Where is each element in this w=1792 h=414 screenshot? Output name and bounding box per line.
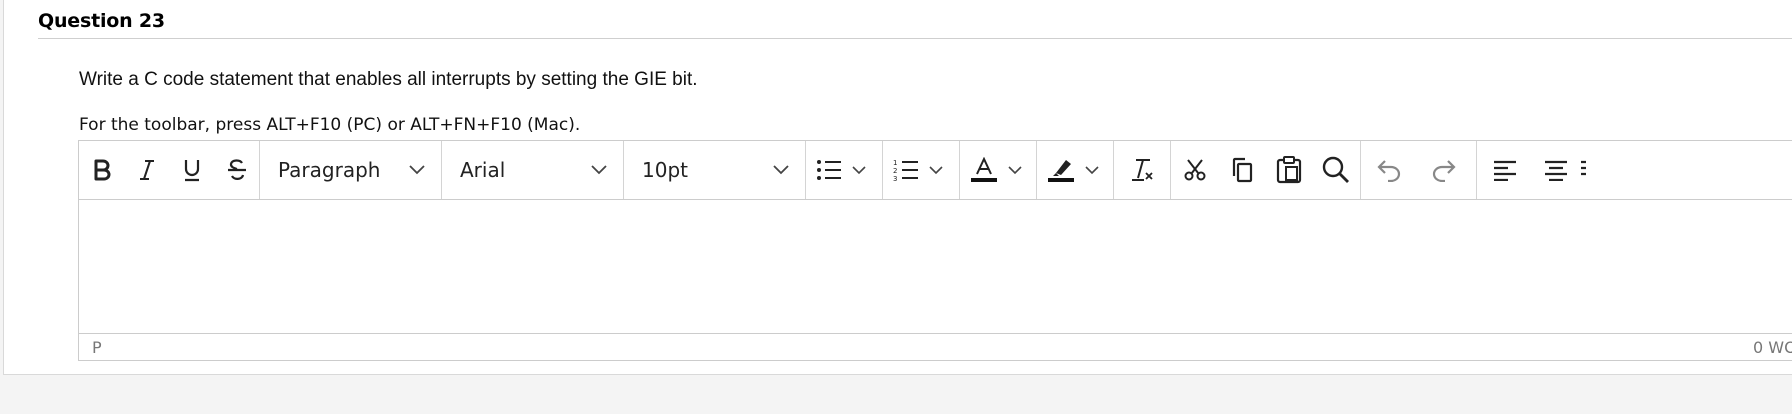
font-size-value: 10pt (642, 158, 688, 182)
more-icon (1581, 160, 1586, 176)
clipboard-group (1171, 141, 1361, 199)
redo-icon (1432, 160, 1456, 182)
chevron-down-icon (773, 165, 789, 175)
format-group (79, 141, 260, 199)
rich-text-editor: Paragraph Arial 10pt 1 2 3 P 0 WO (78, 140, 1792, 361)
undo-icon (1376, 160, 1400, 182)
paste-button[interactable] (1265, 141, 1312, 199)
text-color-icon (971, 157, 997, 182)
bold-button[interactable] (79, 141, 124, 199)
copy-icon (1232, 157, 1252, 183)
chevron-down-icon (852, 165, 866, 174)
block-format-value: Paragraph (278, 158, 381, 182)
bullet-list-button[interactable] (806, 141, 883, 199)
font-family-select[interactable]: Arial (442, 141, 624, 199)
numbered-list-button[interactable]: 1 2 3 (883, 141, 960, 199)
italic-button[interactable] (124, 141, 169, 199)
align-left-icon (1493, 160, 1516, 181)
history-group (1361, 141, 1477, 199)
svg-text:3: 3 (893, 175, 897, 182)
question-header: Question 23 (38, 10, 1792, 39)
chevron-down-icon (929, 165, 943, 174)
toolbar-hint: For the toolbar, press ALT+F10 (PC) or A… (79, 115, 581, 135)
chevron-down-icon (409, 165, 425, 175)
element-path[interactable]: P (92, 338, 102, 357)
clear-formatting-button[interactable] (1114, 141, 1170, 199)
bold-icon (94, 159, 110, 181)
align-center-icon (1545, 160, 1567, 181)
highlight-color-button[interactable] (1037, 141, 1114, 199)
find-button[interactable] (1312, 141, 1359, 199)
italic-icon (139, 160, 154, 180)
block-format-select[interactable]: Paragraph (260, 141, 442, 199)
strikethrough-icon (227, 159, 246, 180)
alignment-group (1477, 141, 1637, 199)
svg-text:1: 1 (893, 159, 897, 167)
question-title: Question 23 (38, 10, 165, 32)
search-icon (1322, 156, 1349, 183)
editor-statusbar: P 0 WORDS (79, 333, 1792, 361)
bottom-gutter (0, 375, 1792, 414)
strikethrough-button[interactable] (214, 141, 259, 199)
underline-button[interactable] (169, 141, 214, 199)
clear-format-group (1114, 141, 1171, 199)
copy-button[interactable] (1218, 141, 1265, 199)
editor-content-area[interactable] (79, 199, 1792, 333)
svg-text:2: 2 (893, 167, 897, 175)
underline-icon (184, 160, 199, 182)
align-left-button[interactable] (1477, 141, 1532, 199)
chevron-down-icon (591, 165, 607, 175)
undo-button[interactable] (1361, 141, 1416, 199)
clear-formatting-icon (1132, 159, 1153, 181)
chevron-down-icon (1085, 165, 1099, 174)
toolbar-overflow-icon[interactable] (1580, 141, 1600, 199)
numbered-list-icon: 1 2 3 (893, 159, 918, 182)
word-count[interactable]: 0 WORDS (1753, 338, 1792, 357)
paste-icon (1276, 156, 1301, 184)
highlight-icon (1048, 160, 1074, 182)
question-prompt: Write a C code statement that enables al… (79, 69, 698, 90)
cut-button[interactable] (1171, 141, 1218, 199)
cut-icon (1184, 159, 1205, 181)
text-color-button[interactable] (960, 141, 1037, 199)
chevron-down-icon (1008, 165, 1022, 174)
redo-button[interactable] (1416, 141, 1471, 199)
font-family-value: Arial (460, 158, 506, 182)
font-size-select[interactable]: 10pt (624, 141, 806, 199)
bullet-list-icon (817, 160, 841, 180)
editor-toolbar: Paragraph Arial 10pt 1 2 3 (79, 141, 1792, 200)
align-center-button[interactable] (1532, 141, 1580, 199)
